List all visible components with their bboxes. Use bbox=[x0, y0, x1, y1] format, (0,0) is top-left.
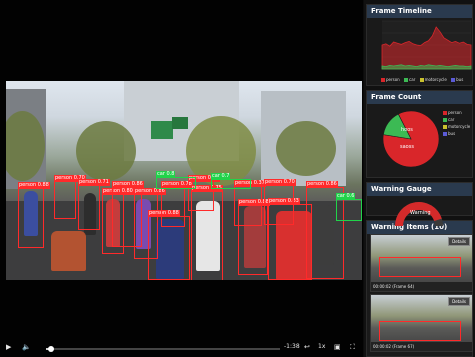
gauge-label: Warning bbox=[410, 210, 431, 216]
volume-icon[interactable]: 🔈 bbox=[22, 343, 31, 351]
side-panel: Frame Timeline person car motorcycle bus… bbox=[364, 0, 475, 357]
legend-label: motorcycle bbox=[424, 77, 447, 82]
frame-timeline-panel: Frame Timeline person car motorcycle bus bbox=[366, 4, 473, 86]
thumb-detection bbox=[379, 321, 461, 341]
panel-title: Warning Gauge bbox=[367, 183, 472, 196]
details-button[interactable]: Details bbox=[448, 237, 470, 246]
details-button[interactable]: Details bbox=[448, 297, 470, 306]
detection-box[interactable]: person 0.88 bbox=[18, 182, 50, 248]
detection-label: person 0.86 bbox=[112, 181, 144, 188]
panel-title: Frame Timeline bbox=[367, 5, 472, 18]
count-legend: person car motorcycle bus bbox=[443, 109, 470, 137]
legend-label: car bbox=[409, 77, 416, 82]
detection-label: person 0.86 bbox=[306, 181, 338, 188]
rewind-icon[interactable]: ↩ bbox=[304, 343, 310, 351]
legend-swatch bbox=[404, 78, 408, 82]
detection-box[interactable]: person 0.70 bbox=[264, 179, 296, 225]
legend-label: bus bbox=[456, 77, 464, 82]
warning-item[interactable]: Details 00:00:02 (Frame 67) bbox=[370, 294, 473, 352]
time-remaining: -1:38 bbox=[284, 343, 300, 350]
video-player[interactable]: person 0.88 person 0.70 person 0.71 pers… bbox=[0, 0, 363, 357]
timeline-chart[interactable] bbox=[368, 19, 473, 75]
frame-count-panel: Frame Count hoos saoss person car motorc… bbox=[366, 90, 473, 178]
traffic-cones bbox=[51, 231, 86, 271]
legend-label: car bbox=[448, 117, 455, 122]
legend-label: person bbox=[448, 110, 462, 115]
detection-label: person 0.71 bbox=[78, 179, 110, 186]
detection-box[interactable]: person 0.70 bbox=[54, 175, 86, 219]
legend-swatch bbox=[451, 78, 456, 82]
detection-box[interactable]: person 0.78 bbox=[161, 181, 193, 227]
count-pie-chart[interactable] bbox=[381, 109, 441, 169]
car-detection-box[interactable]: car 0.6 bbox=[336, 193, 362, 221]
warning-items-panel: Warning Items (10) Details 00:00:02 (Fra… bbox=[366, 220, 473, 357]
car-detection-box[interactable]: car 0.7 bbox=[211, 173, 251, 189]
warning-caption: 00:00:02 (Frame 67) bbox=[373, 344, 415, 349]
detection-label: person 0.88 bbox=[18, 182, 50, 189]
tree bbox=[276, 121, 336, 176]
timeline-legend: person car motorcycle bus bbox=[381, 77, 466, 82]
detection-label: car 0.7 bbox=[211, 173, 231, 180]
legend-label: person bbox=[386, 77, 400, 82]
pie-label: saoss bbox=[400, 144, 414, 150]
detection-label: person 0.70 bbox=[264, 179, 296, 186]
detection-label: car 0.8 bbox=[156, 171, 176, 178]
tree bbox=[76, 121, 136, 181]
progress-bar[interactable] bbox=[46, 346, 280, 352]
traffic-sign bbox=[151, 121, 173, 139]
legend-label: motorcycle bbox=[448, 124, 471, 129]
warning-item[interactable]: Details 00:00:02 (Frame 64) bbox=[370, 234, 473, 292]
legend-swatch bbox=[443, 132, 447, 136]
pip-icon[interactable]: ▣ bbox=[334, 343, 341, 351]
fullscreen-icon[interactable]: ⛶ bbox=[350, 343, 355, 352]
detection-label: car 0.6 bbox=[336, 193, 356, 200]
series-car bbox=[381, 64, 472, 70]
speed-button[interactable]: 1x bbox=[318, 343, 325, 350]
car-detection-box[interactable]: car 0.8 bbox=[156, 171, 196, 189]
legend-swatch bbox=[443, 125, 447, 129]
legend-swatch bbox=[443, 118, 447, 122]
video-frame[interactable]: person 0.88 person 0.70 person 0.71 pers… bbox=[6, 81, 362, 280]
play-icon[interactable]: ▶ bbox=[6, 343, 11, 351]
traffic-sign bbox=[172, 117, 188, 129]
legend-swatch bbox=[443, 111, 447, 115]
legend-label: bus bbox=[448, 131, 456, 136]
pie-label: hoos bbox=[401, 127, 413, 133]
player-controls: ▶ 🔈 -1:38 ↩ 1x ▣ ⛶ bbox=[0, 340, 363, 357]
detection-box[interactable]: person 0.71 bbox=[78, 179, 110, 230]
warning-caption: 00:00:02 (Frame 64) bbox=[373, 284, 415, 289]
progress-knob[interactable] bbox=[47, 346, 54, 352]
panel-title: Frame Count bbox=[367, 91, 472, 104]
thumb-detection bbox=[379, 257, 461, 277]
legend-swatch bbox=[381, 78, 385, 82]
legend-swatch bbox=[419, 78, 424, 82]
